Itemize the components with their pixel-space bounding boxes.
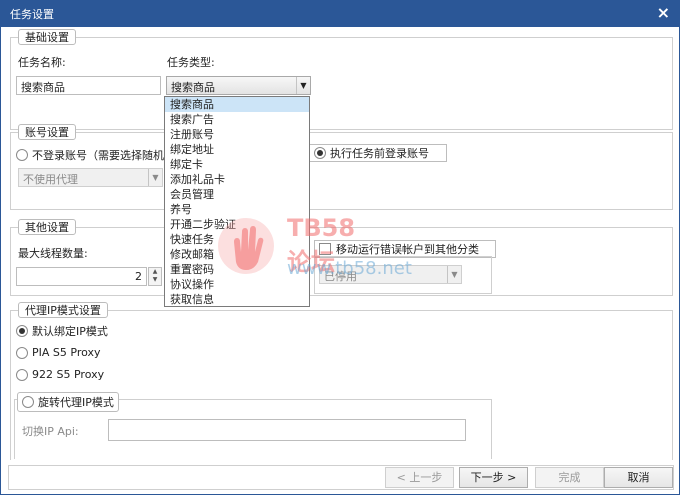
login-before-label: 执行任务前登录账号 [330, 147, 429, 160]
cancel-button[interactable]: 取消 [604, 467, 673, 488]
category-select-value: 已停用 [324, 270, 357, 283]
max-threads-value: 2 [135, 270, 142, 283]
thread-stepper[interactable]: ▲ ▼ [148, 267, 162, 286]
dropdown-option[interactable]: 获取信息 [165, 292, 309, 307]
default-bind-radio[interactable]: 默认绑定IP模式 [16, 323, 108, 339]
dropdown-option[interactable]: 注册账号 [165, 127, 309, 142]
task-name-input[interactable]: 搜索商品 [16, 76, 161, 95]
radio-unchecked-icon [16, 149, 28, 161]
task-type-label: 任务类型: [167, 56, 215, 69]
switch-api-input[interactable] [108, 419, 466, 441]
other-settings-legend: 其他设置 [18, 219, 76, 235]
default-bind-label: 默认绑定IP模式 [32, 325, 108, 338]
proxy-select-value: 不使用代理 [23, 173, 78, 186]
dropdown-option[interactable]: 绑定地址 [165, 142, 309, 157]
checkbox-unchecked-icon [319, 243, 331, 255]
task-type-select[interactable]: 搜索商品 ▼ [166, 76, 311, 95]
stepper-down-icon[interactable]: ▼ [149, 276, 161, 284]
dropdown-option[interactable]: 修改邮箱 [165, 247, 309, 262]
radio-checked-icon [16, 325, 28, 337]
dropdown-option[interactable]: 快速任务 [165, 232, 309, 247]
switch-api-label: 切换IP Api: [22, 425, 79, 438]
no-login-radio[interactable]: 不登录账号（需要选择随机 [16, 147, 164, 163]
task-name-label: 任务名称: [18, 56, 66, 69]
account-settings-group: 账号设置 不登录账号（需要选择随机 不使用代理 ▼ 执行任务前登录账号 [10, 124, 673, 210]
move-error-label: 移动运行错误帐户到其他分类 [336, 243, 479, 256]
no-login-label: 不登录账号（需要选择随机 [32, 149, 164, 162]
login-before-option[interactable]: 执行任务前登录账号 [309, 144, 447, 162]
pia-proxy-label: PIA S5 Proxy [32, 346, 101, 359]
basic-settings-legend: 基础设置 [18, 29, 76, 45]
rotate-proxy-label: 旋转代理IP模式 [38, 396, 114, 409]
stepper-up-icon[interactable]: ▲ [149, 268, 161, 276]
radio-unchecked-icon [16, 346, 28, 359]
dropdown-option[interactable]: 会员管理 [165, 187, 309, 202]
chevron-down-icon[interactable]: ▼ [148, 169, 162, 186]
max-threads-input[interactable]: 2 [16, 267, 147, 286]
radio-checked-icon [314, 147, 326, 159]
radio-unchecked-icon [22, 396, 34, 408]
dropdown-option[interactable]: 协议操作 [165, 277, 309, 292]
radio-unchecked-icon [16, 368, 28, 381]
pia-proxy-radio[interactable]: PIA S5 Proxy [16, 346, 101, 359]
finish-button[interactable]: 完成 [535, 467, 604, 488]
922-proxy-label: 922 S5 Proxy [32, 368, 105, 381]
proxy-mode-group: 代理IP模式设置 默认绑定IP模式 PIA S5 Proxy 922 S5 Pr… [10, 302, 673, 460]
dropdown-option[interactable]: 开通二步验证 [165, 217, 309, 232]
chevron-down-icon[interactable]: ▼ [296, 77, 310, 94]
other-settings-group: 其他设置 最大线程数量: 2 ▲ ▼ 移动运行错误帐户到其他分类 已停用 ▼ [10, 219, 673, 296]
rotate-proxy-group: 旋转代理IP模式 切换IP Api: [14, 392, 492, 459]
dropdown-option[interactable]: 重置密码 [165, 262, 309, 277]
proxy-select[interactable]: 不使用代理 ▼ [18, 168, 163, 187]
task-type-dropdown: 搜索商品 搜索广告 注册账号 绑定地址 绑定卡 添加礼品卡 会员管理 养号 开通… [164, 96, 310, 307]
basic-settings-group: 基础设置 任务名称: 任务类型: 搜索商品 搜索商品 ▼ [10, 29, 673, 130]
prev-button[interactable]: < 上一步 [385, 467, 454, 488]
category-box: 已停用 ▼ [314, 256, 492, 294]
task-type-value: 搜索商品 [171, 81, 215, 94]
max-threads-label: 最大线程数量: [18, 247, 88, 260]
dialog-body: 基础设置 任务名称: 任务类型: 搜索商品 搜索商品 ▼ 账号设置 不登录账号（… [0, 27, 680, 495]
rotate-proxy-radio[interactable]: 旋转代理IP模式 [17, 392, 119, 412]
close-icon[interactable]: × [657, 3, 670, 22]
dropdown-option[interactable]: 养号 [165, 202, 309, 217]
dropdown-option[interactable]: 添加礼品卡 [165, 172, 309, 187]
dropdown-option[interactable]: 搜索广告 [165, 112, 309, 127]
title-bar: 任务设置 × [0, 0, 680, 27]
dropdown-option[interactable]: 绑定卡 [165, 157, 309, 172]
next-button[interactable]: 下一步 > [459, 467, 528, 488]
button-bar: < 上一步 下一步 > 完成 取消 [8, 465, 674, 490]
window-title: 任务设置 [10, 8, 54, 21]
proxy-mode-legend: 代理IP模式设置 [18, 302, 108, 318]
922-proxy-radio[interactable]: 922 S5 Proxy [16, 368, 104, 381]
dropdown-option[interactable]: 搜索商品 [165, 97, 309, 112]
chevron-down-icon[interactable]: ▼ [447, 266, 461, 283]
category-select[interactable]: 已停用 ▼ [319, 265, 462, 284]
account-settings-legend: 账号设置 [18, 124, 76, 140]
